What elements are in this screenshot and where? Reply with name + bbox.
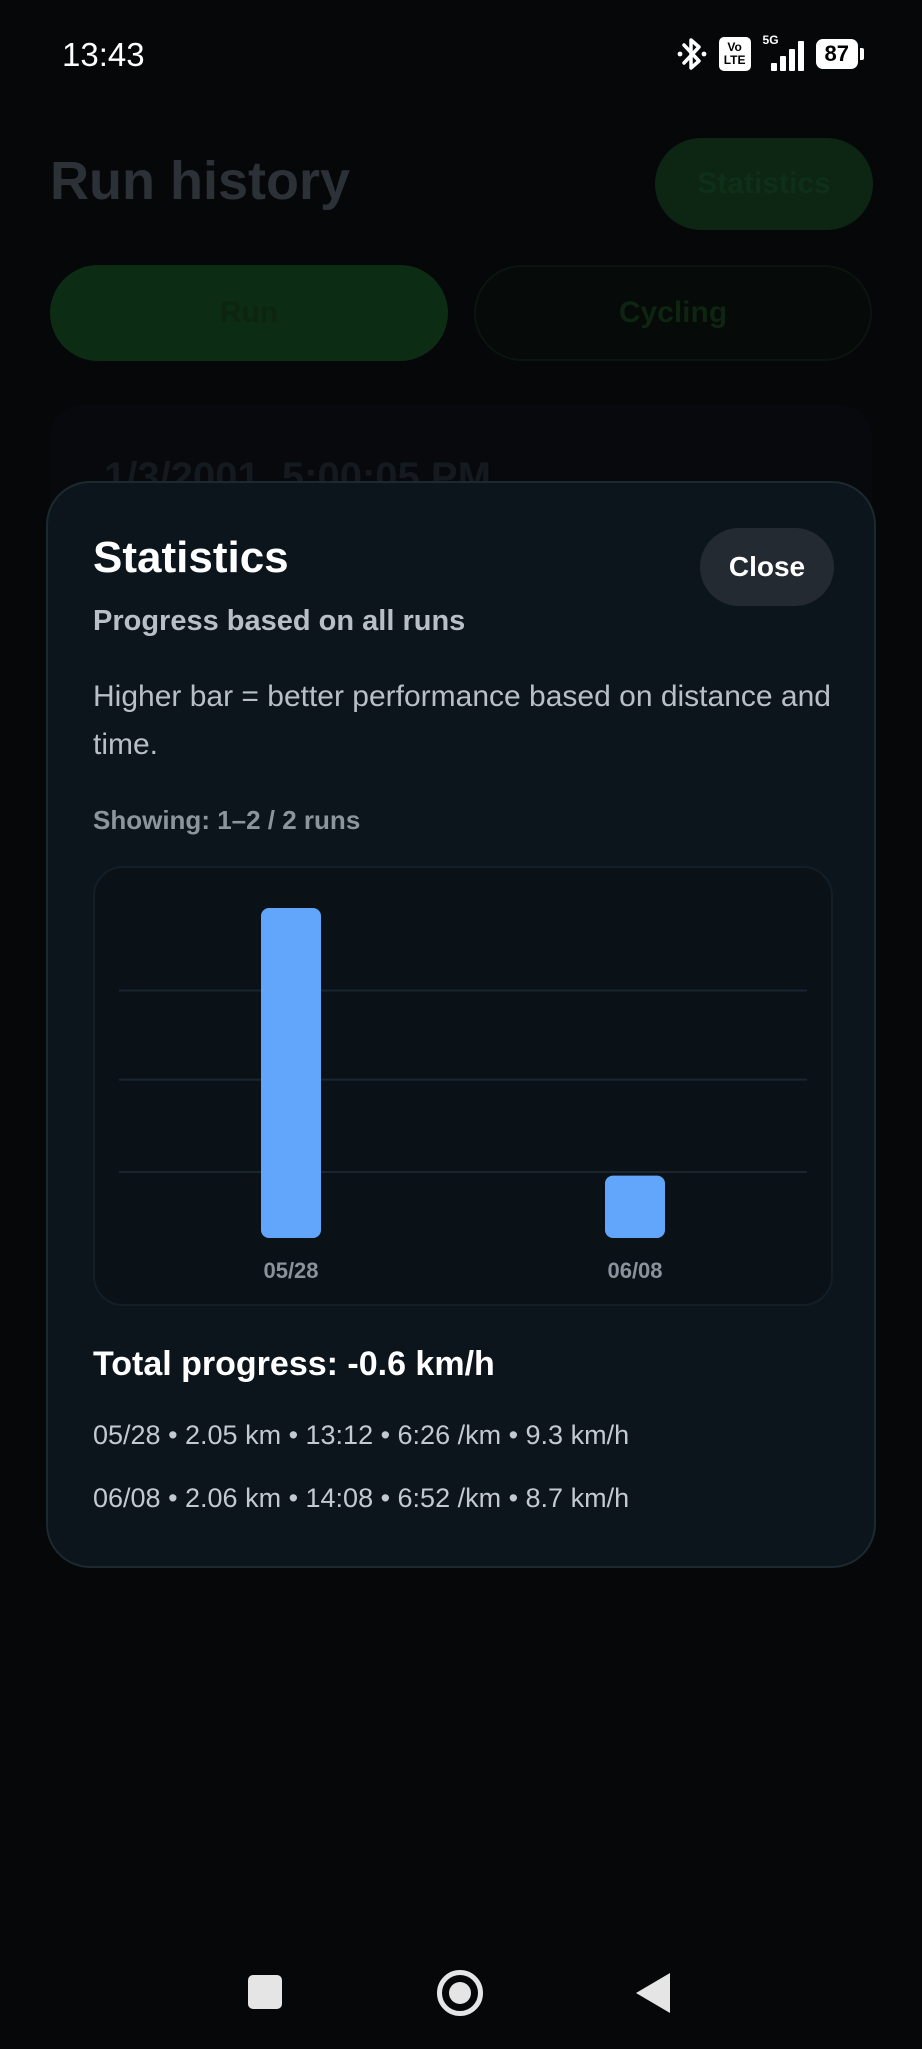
showing-count: Showing: 1–2 / 2 runs — [93, 805, 361, 835]
tab-run[interactable]: Run — [50, 265, 448, 361]
statistics-button[interactable]: Statistics — [655, 138, 873, 230]
volte-bottom: LTE — [723, 53, 746, 67]
home-circle-icon[interactable] — [437, 1970, 483, 2016]
progress-chart: 05/28 06/08 — [93, 866, 833, 1306]
run-summary-1: 05/28 • 2.05 km • 13:12 • 6:26 /km • 9.3… — [93, 1420, 630, 1450]
close-button[interactable]: Close — [700, 528, 834, 606]
run-summary-2: 06/08 • 2.06 km • 14:08 • 6:52 /km • 8.7… — [93, 1483, 630, 1513]
status-bar: 13:43 Vo LTE 5G 87 — [0, 0, 922, 110]
navigation-bar — [0, 1930, 922, 2049]
signal-icon: 5G — [763, 33, 804, 71]
bluetooth-icon — [677, 38, 707, 70]
volte-icon: Vo LTE — [718, 37, 751, 71]
modal-description: Higher bar = better performance based on… — [93, 680, 831, 761]
page-title: Run history — [50, 151, 351, 211]
status-time: 13:43 — [62, 36, 145, 73]
recents-square-icon[interactable] — [248, 1975, 282, 2009]
modal-title: Statistics — [93, 533, 289, 582]
screen: Run history Statistics Run Cycling 1/3/2… — [0, 0, 922, 2049]
tab-cycling[interactable]: Cycling — [474, 265, 872, 361]
chart-x-label-1: 05/28 — [263, 1258, 318, 1283]
network-type: 5G — [762, 33, 779, 47]
back-triangle-icon[interactable] — [636, 1973, 670, 2013]
total-progress: Total progress: -0.6 km/h — [93, 1345, 495, 1383]
modal-subtitle: Progress based on all runs — [93, 605, 466, 637]
chart-bar-2 — [605, 1175, 665, 1238]
chart-bar-1 — [261, 908, 321, 1238]
battery-level: 87 — [815, 39, 858, 69]
battery-icon: 87 — [815, 39, 864, 69]
chart-svg: 05/28 06/08 — [119, 908, 807, 1283]
status-icons: Vo LTE 5G 87 — [677, 33, 864, 74]
statistics-modal: Statistics Close Progress based on all r… — [46, 481, 876, 1568]
chart-x-label-2: 06/08 — [607, 1258, 662, 1283]
